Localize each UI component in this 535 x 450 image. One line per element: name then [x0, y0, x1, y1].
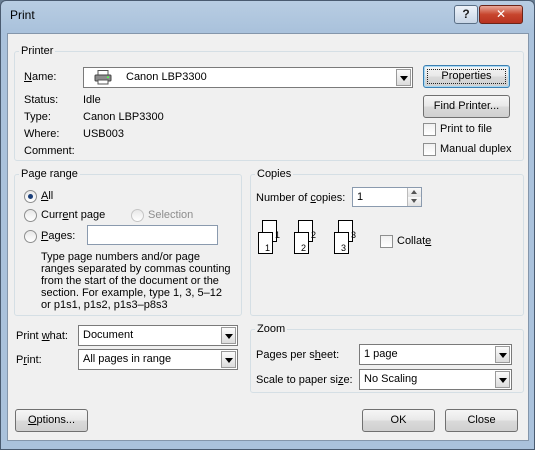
options-button-label: Options...: [27, 414, 76, 426]
options-button[interactable]: Options...: [15, 409, 88, 432]
printer-name-value: Canon LBP3300: [126, 71, 207, 83]
number-of-copies-spinner[interactable]: 1: [352, 187, 422, 207]
scale-to-paper-size-select[interactable]: No Scaling: [359, 369, 512, 390]
print-what-label: Print what:: [16, 330, 68, 342]
manual-duplex-label[interactable]: Manual duplex: [440, 143, 512, 155]
printer-group-label: Printer: [21, 45, 54, 57]
spin-up-icon[interactable]: [407, 188, 421, 197]
all-radio[interactable]: [24, 190, 37, 203]
page-range-group-label: Page range: [21, 168, 78, 180]
ok-button[interactable]: OK: [362, 409, 435, 432]
print-dialog: Print ? ✕ Printer Name: Canon LBP3300 Pr…: [0, 0, 535, 450]
print-what-value: Document: [83, 329, 134, 341]
window-title: Print: [10, 8, 35, 22]
type-value: Canon LBP3300: [83, 111, 164, 123]
print-what-select[interactable]: Document: [78, 325, 238, 346]
current-page-radio[interactable]: [24, 209, 37, 222]
close-window-button[interactable]: ✕: [479, 5, 523, 24]
collate-label[interactable]: Collate: [397, 235, 431, 247]
selection-radio[interactable]: [131, 209, 144, 222]
printer-name-label: Name:: [24, 71, 57, 83]
print-label: Print:: [16, 354, 42, 366]
chevron-down-icon[interactable]: [495, 346, 510, 363]
scale-to-paper-size-label: Scale to paper size:: [256, 374, 353, 386]
spin-down-icon[interactable]: [407, 197, 421, 206]
focus-rect: [427, 69, 506, 84]
selection-label[interactable]: Selection: [148, 209, 193, 221]
print-select[interactable]: All pages in range: [78, 349, 238, 370]
help-button[interactable]: ?: [454, 5, 478, 24]
properties-button[interactable]: Properties: [423, 65, 510, 88]
pages-radio[interactable]: [24, 230, 37, 243]
chevron-down-icon[interactable]: [396, 69, 411, 86]
chevron-down-icon[interactable]: [495, 371, 510, 388]
chevron-down-icon[interactable]: [221, 327, 236, 344]
current-page-label[interactable]: Current page: [41, 209, 105, 221]
collate-checkbox[interactable]: [380, 235, 393, 248]
print-to-file-checkbox[interactable]: [423, 123, 436, 136]
dialog-body: Printer Name: Canon LBP3300 Properties S…: [7, 33, 529, 441]
printer-name-select[interactable]: Canon LBP3300: [83, 67, 413, 88]
collate-illustration: 1 1 2 2 3 3: [258, 220, 378, 264]
pages-per-sheet-select[interactable]: 1 page: [359, 344, 512, 365]
status-label: Status:: [24, 94, 59, 106]
where-label: Where:: [24, 128, 60, 140]
number-of-copies-label: Number of copies:: [256, 192, 346, 204]
pages-input[interactable]: [87, 225, 218, 245]
where-value: USB003: [83, 128, 124, 140]
all-label[interactable]: All: [41, 190, 53, 202]
print-value: All pages in range: [83, 353, 172, 365]
find-printer-button[interactable]: Find Printer...: [423, 95, 510, 118]
manual-duplex-checkbox[interactable]: [423, 143, 436, 156]
scale-to-paper-size-value: No Scaling: [364, 373, 418, 385]
close-button[interactable]: Close: [445, 409, 518, 432]
pages-per-sheet-label: Pages per sheet:: [256, 349, 340, 361]
comment-label: Comment:: [24, 145, 75, 157]
find-printer-button-label: Find Printer...: [433, 100, 500, 112]
copies-group-label: Copies: [257, 168, 292, 180]
title-bar[interactable]: Print ? ✕: [1, 1, 534, 31]
zoom-group-label: Zoom: [257, 323, 286, 335]
close-button-label: Close: [467, 414, 496, 426]
print-to-file-label[interactable]: Print to file: [440, 123, 492, 135]
pages-label[interactable]: Pages:: [41, 230, 75, 242]
page-range-help-text: Type page numbers and/or page ranges sep…: [41, 251, 231, 311]
collate-page-3-back-label: 3: [350, 230, 356, 240]
status-value: Idle: [83, 94, 101, 106]
ok-button-label: OK: [390, 414, 407, 426]
printer-icon: [94, 70, 112, 85]
number-of-copies-value: 1: [357, 191, 364, 203]
collate-page-1-back-label: 1: [274, 230, 280, 240]
collate-page-2-back-label: 2: [310, 230, 316, 240]
pages-per-sheet-value: 1 page: [364, 348, 398, 360]
type-label: Type:: [24, 111, 51, 123]
chevron-down-icon[interactable]: [221, 351, 236, 368]
